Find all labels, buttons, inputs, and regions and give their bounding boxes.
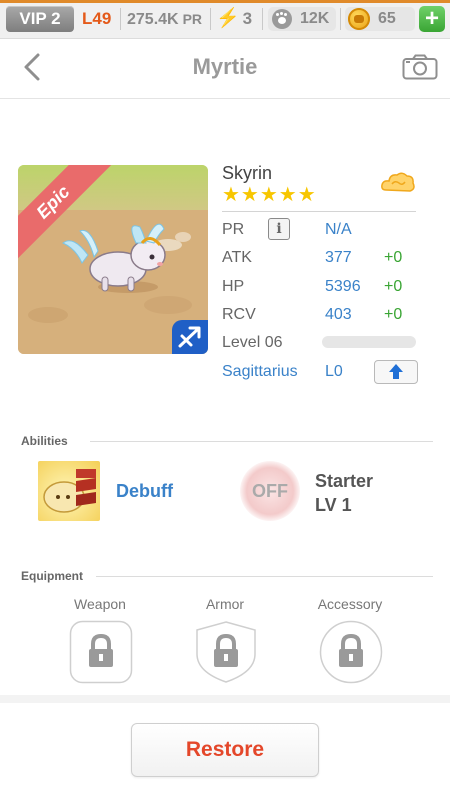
ability-off-label: OFF bbox=[252, 481, 288, 501]
stat-label-rcv: RCV bbox=[222, 306, 256, 323]
energy-counter[interactable]: ⚡ 3 bbox=[216, 6, 252, 32]
debuff-ability-icon[interactable] bbox=[38, 461, 100, 521]
stat-label-hp: HP bbox=[222, 278, 245, 295]
constellation-level: L0 bbox=[325, 363, 343, 380]
abilities-divider bbox=[90, 441, 433, 442]
arrow-up-icon bbox=[389, 364, 403, 372]
divider bbox=[340, 8, 341, 30]
upgrade-constellation-button[interactable] bbox=[374, 360, 418, 384]
paw-value: 12K bbox=[300, 10, 330, 27]
equipment-divider bbox=[96, 576, 433, 577]
footer-divider bbox=[0, 695, 450, 703]
divider bbox=[262, 8, 263, 30]
player-level: L49 bbox=[82, 9, 112, 28]
player-power: 275.4K PR bbox=[127, 6, 202, 32]
stat-value-pr: N/A bbox=[325, 221, 352, 238]
header-divider bbox=[0, 98, 450, 99]
pet-name: Skyrin bbox=[222, 163, 273, 183]
stat-label-pr: PR bbox=[222, 221, 245, 238]
sagittarius-icon bbox=[172, 320, 208, 354]
armor-slot-lock-icon[interactable] bbox=[194, 620, 258, 684]
equipment-heading: Equipment bbox=[21, 569, 83, 583]
vip-badge[interactable]: VIP 2 bbox=[6, 6, 74, 32]
stat-bonus-atk: +0 bbox=[384, 249, 403, 266]
page-title: Myrtie bbox=[192, 54, 258, 79]
element-cloud-icon[interactable] bbox=[380, 170, 416, 196]
coin-icon bbox=[348, 8, 370, 30]
stat-bonus-rcv: +0 bbox=[384, 306, 403, 323]
stat-label-atk: ATK bbox=[222, 249, 252, 266]
power-value: 275.4K bbox=[127, 11, 179, 28]
lightning-icon: ⚡ bbox=[216, 8, 240, 29]
coin-value: 65 bbox=[378, 10, 396, 27]
info-divider bbox=[222, 211, 416, 212]
starter-ability-icon[interactable]: OFF bbox=[240, 461, 300, 521]
debuff-ability-name[interactable]: Debuff bbox=[116, 480, 173, 502]
constellation-link[interactable]: Sagittarius bbox=[222, 361, 298, 383]
weapon-label: Weapon bbox=[74, 596, 126, 612]
status-accent-line bbox=[0, 0, 450, 3]
level-label: Level 06 bbox=[222, 334, 283, 351]
coin-currency[interactable]: 65 bbox=[345, 7, 415, 31]
stat-value-atk: 377 bbox=[325, 249, 352, 266]
weapon-slot-lock-icon[interactable] bbox=[69, 620, 133, 684]
paw-currency[interactable]: 12K bbox=[268, 7, 336, 31]
starter-ability-name: Starter bbox=[315, 471, 374, 491]
divider bbox=[210, 8, 211, 30]
info-icon[interactable]: i bbox=[268, 218, 290, 240]
paw-icon bbox=[272, 9, 292, 29]
pet-portrait[interactable]: Epic bbox=[18, 165, 208, 354]
armor-label: Armor bbox=[205, 596, 245, 612]
starter-ability-level: LV 1 bbox=[315, 495, 352, 515]
arrow-up-stem bbox=[393, 372, 399, 379]
level-progress-bar bbox=[322, 336, 416, 348]
add-currency-button[interactable]: + bbox=[419, 6, 445, 32]
stat-bonus-hp: +0 bbox=[384, 278, 403, 295]
accessory-slot-lock-icon[interactable] bbox=[319, 620, 383, 684]
stat-value-hp: 5396 bbox=[325, 278, 361, 295]
star-rating: ★★★★★ bbox=[222, 184, 317, 206]
stat-value-rcv: 403 bbox=[325, 306, 352, 323]
divider bbox=[120, 8, 121, 30]
abilities-heading: Abilities bbox=[21, 434, 68, 448]
accessory-label: Accessory bbox=[317, 596, 383, 612]
camera-icon[interactable] bbox=[402, 54, 438, 80]
energy-value: 3 bbox=[242, 9, 253, 28]
restore-button[interactable]: Restore bbox=[131, 723, 319, 777]
power-unit: PR bbox=[182, 11, 203, 27]
